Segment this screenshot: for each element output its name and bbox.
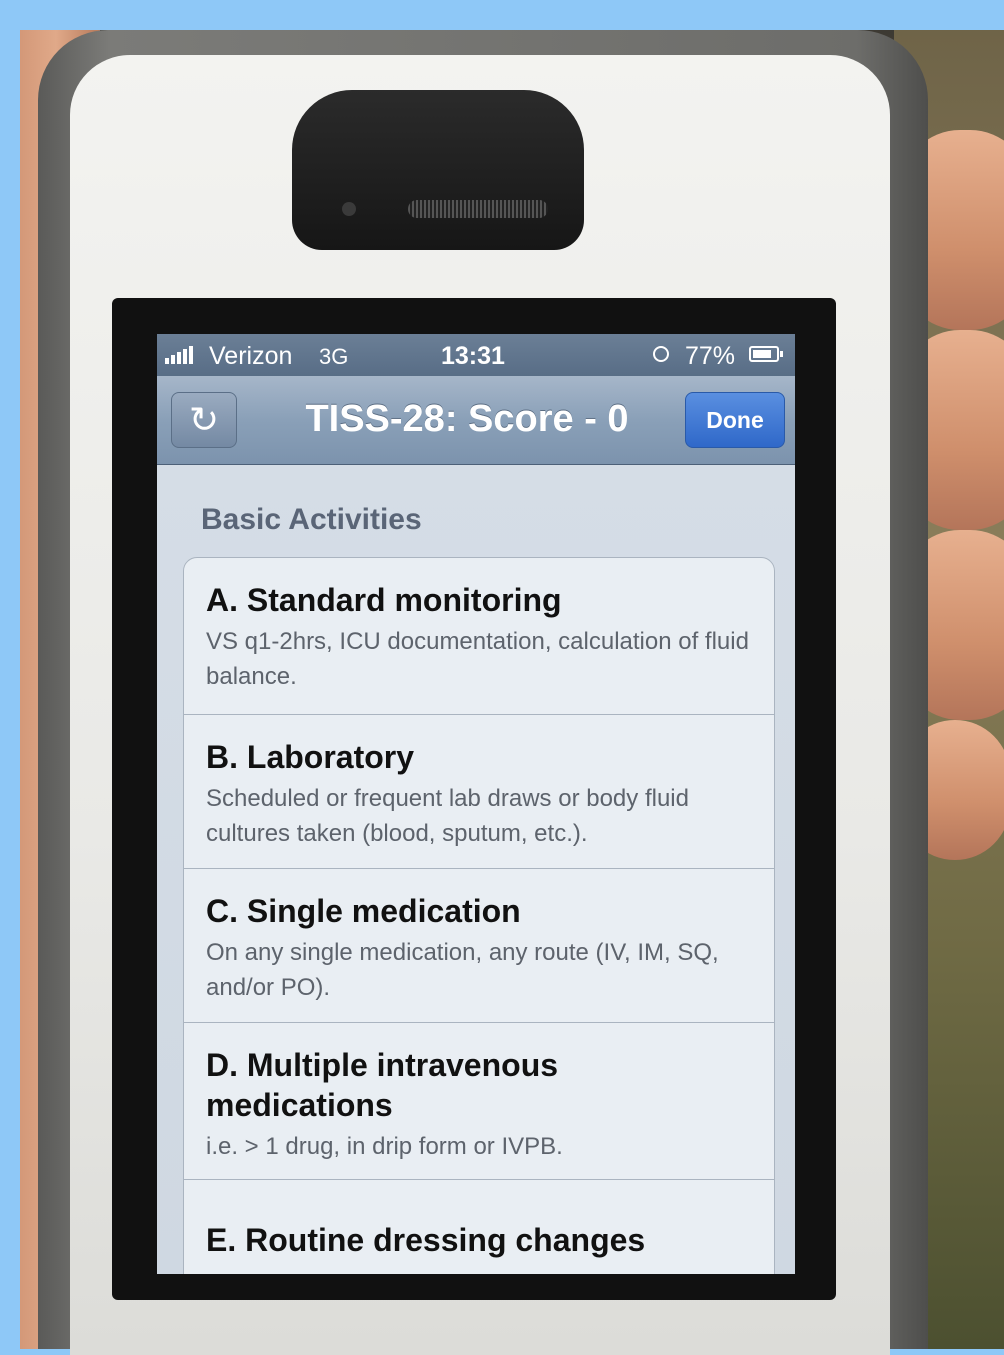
list-item-description: VS q1-2hrs, ICU documentation, calculati… [206, 628, 749, 690]
earpiece-speaker [408, 200, 548, 218]
list-item-title: A. Standard monitoring [206, 582, 562, 618]
list-item-title: D. Multiple intravenous medications [206, 1047, 559, 1123]
activity-list: A. Standard monitoring VS q1-2hrs, ICU d… [183, 557, 775, 1274]
refresh-icon: ↻ [188, 399, 220, 440]
battery-percent: 77% [685, 342, 736, 370]
list-item-standard-monitoring[interactable]: A. Standard monitoring VS q1-2hrs, ICU d… [184, 558, 774, 715]
list-item-title: B. Laboratory [206, 739, 415, 775]
list-item-routine-dressing-changes[interactable]: E. Routine dressing changes [184, 1180, 774, 1274]
section-header: Basic Activities [201, 503, 422, 536]
clock-time: 13:31 [441, 342, 505, 370]
list-item-title: E. Routine dressing changes [206, 1222, 646, 1258]
list-item-multiple-iv-medications[interactable]: D. Multiple intravenous medications i.e.… [184, 1023, 774, 1180]
content-area[interactable]: Basic Activities A. Standard monitoring … [157, 465, 795, 1274]
network-type: 3G [319, 344, 349, 369]
list-item-title: C. Single medication [206, 893, 521, 929]
alarm-clock-icon [653, 346, 669, 362]
battery-icon [749, 346, 783, 362]
list-item-laboratory[interactable]: B. Laboratory Scheduled or frequent lab … [184, 715, 774, 869]
navigation-bar: ↻ TISS-28: Score - 0 Done [157, 376, 795, 465]
refresh-button[interactable]: ↻ [171, 392, 237, 448]
done-button[interactable]: Done [685, 392, 785, 448]
front-camera-icon [342, 202, 356, 216]
signal-strength-icon [165, 346, 193, 364]
list-item-description: i.e. > 1 drug, in drip form or IVPB. [206, 1133, 563, 1160]
carrier-name: Verizon [209, 342, 293, 370]
list-item-description: Scheduled or frequent lab draws or body … [206, 785, 689, 847]
list-item-description: On any single medication, any route (IV,… [206, 939, 719, 1001]
page-title: TISS-28: Score - 0 [305, 398, 629, 440]
status-bar: Verizon 3G 13:31 77% [157, 334, 795, 376]
list-item-single-medication[interactable]: C. Single medication On any single medic… [184, 869, 774, 1023]
speaker-housing [292, 90, 584, 250]
phone-screen: Verizon 3G 13:31 77% ↻ TISS-28: Score - … [157, 334, 795, 1274]
